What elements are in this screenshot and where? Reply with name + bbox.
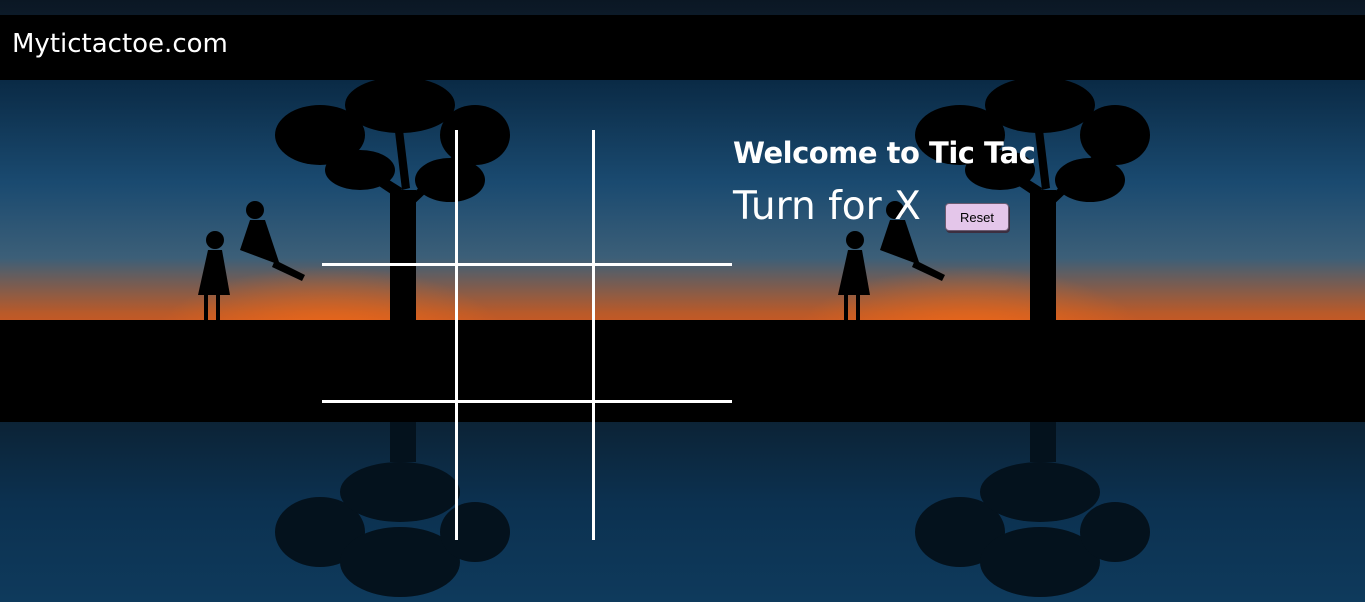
board-cell-6[interactable]	[595, 266, 732, 403]
board-cell-3[interactable]	[595, 130, 732, 266]
board-cell-4[interactable]	[322, 266, 458, 403]
turn-indicator: Turn for X	[733, 184, 921, 229]
children-silhouette-left	[198, 201, 305, 321]
reset-button[interactable]: Reset	[945, 203, 1009, 231]
tree-reflection-right	[915, 422, 1150, 597]
board-cell-1[interactable]	[322, 130, 458, 266]
game-title: Welcome to Tic Tac	[733, 136, 1036, 170]
background-top-strip	[0, 0, 1365, 15]
board-cell-2[interactable]	[458, 130, 595, 266]
board-cell-9[interactable]	[595, 403, 732, 540]
board-cell-8[interactable]	[458, 403, 595, 540]
board-cell-7[interactable]	[322, 403, 458, 540]
brand-title[interactable]: Mytictactoe.com	[12, 29, 228, 59]
navbar: Mytictactoe.com	[0, 15, 1365, 80]
board-cell-5[interactable]	[458, 266, 595, 403]
tic-tac-toe-board	[322, 130, 732, 540]
